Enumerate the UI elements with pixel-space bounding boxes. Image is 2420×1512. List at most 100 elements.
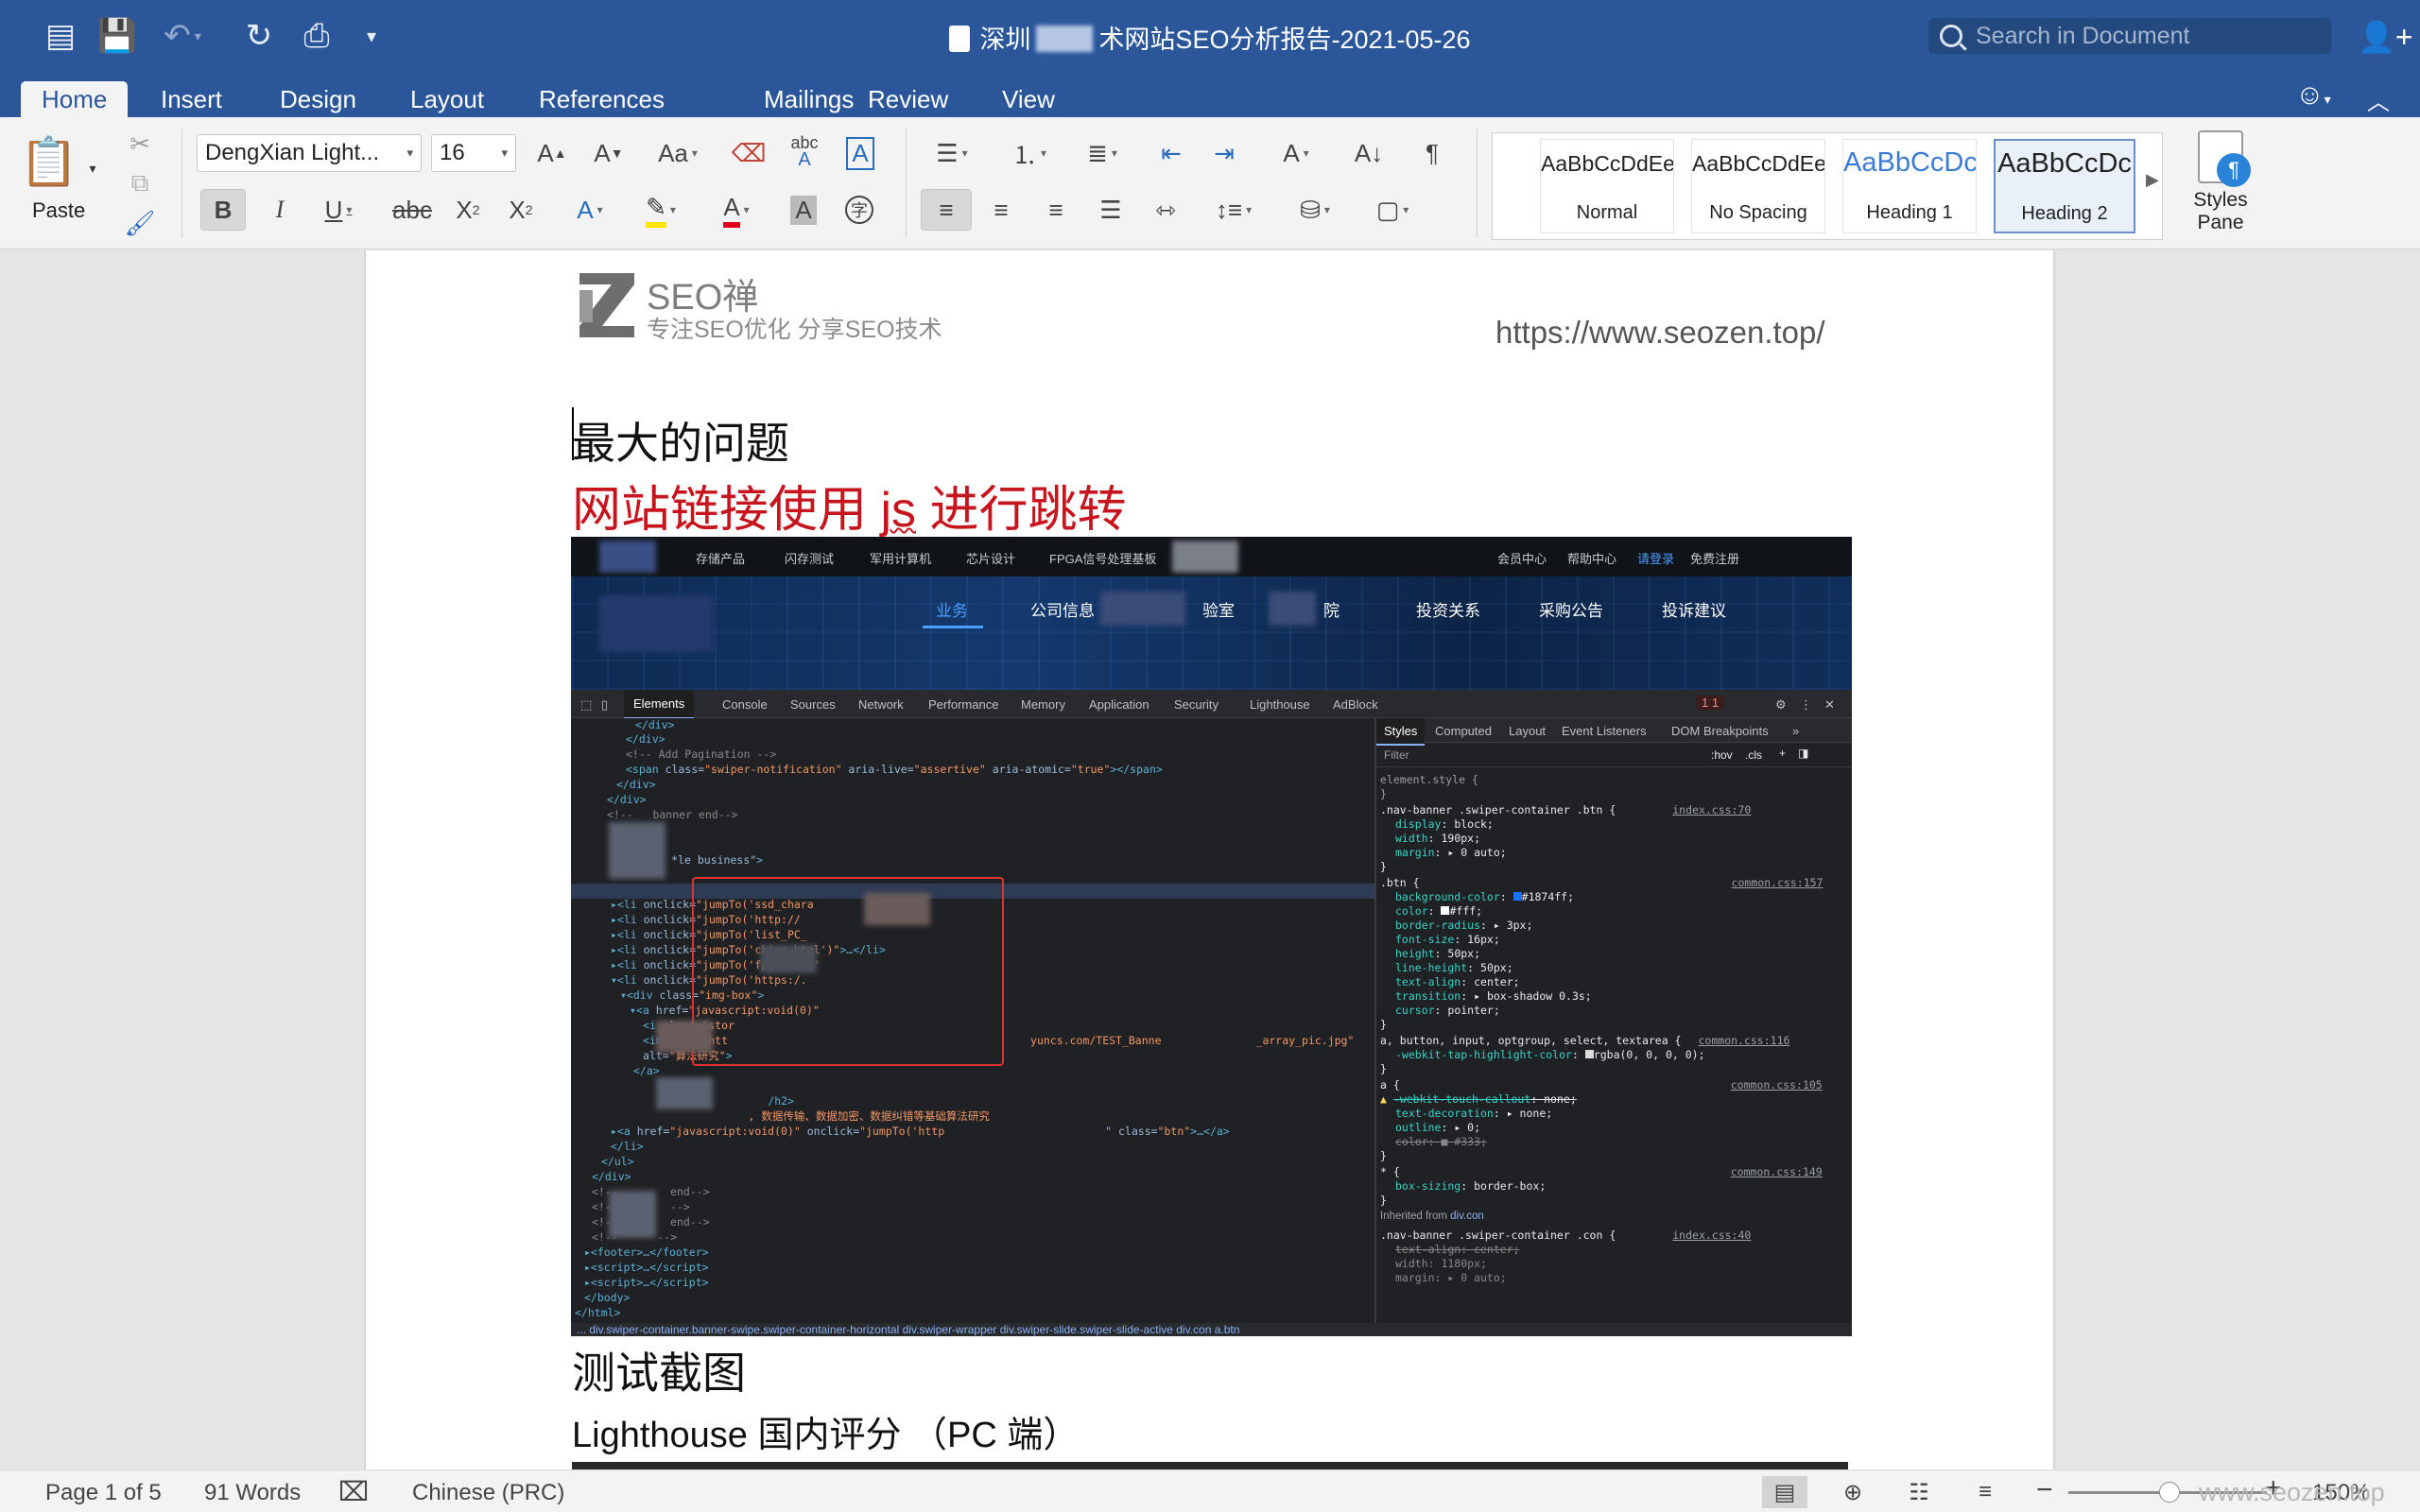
heading-problem[interactable]: 最大的问题 bbox=[572, 409, 789, 472]
style-heading-2[interactable]: AaBbCcDc Heading 2 bbox=[1994, 139, 2135, 233]
styles-panel[interactable]: Styles Computed Layout Event Listeners D… bbox=[1376, 718, 1852, 1323]
zoom-slider-knob[interactable] bbox=[2159, 1482, 2180, 1503]
collapse-ribbon-icon[interactable]: ︿ bbox=[2367, 83, 2390, 116]
devtools-tab-performance[interactable]: Performance bbox=[928, 697, 998, 712]
highlight-color-icon[interactable]: ✎ ▾ bbox=[628, 189, 694, 231]
embedded-screenshot[interactable]: 存储产品 闪存测试 军用计算机 芯片设计 FPGA信号处理基板 会员中心 帮助中… bbox=[571, 537, 1852, 1336]
devtools-tab-security[interactable]: Security bbox=[1174, 697, 1219, 712]
close-icon[interactable]: ✕ bbox=[1824, 697, 1835, 713]
change-case-icon[interactable]: Aa ▾ bbox=[645, 132, 711, 174]
tab-review[interactable]: Review bbox=[847, 81, 969, 117]
inspect-icon[interactable]: ⬚ bbox=[580, 697, 592, 713]
style-normal[interactable]: AaBbCcDdEe Normal bbox=[1540, 139, 1674, 233]
tab-references[interactable]: References bbox=[518, 81, 685, 117]
italic-button[interactable]: I bbox=[257, 189, 302, 231]
show-formatting-marks-icon[interactable]: ¶ bbox=[1409, 132, 1456, 174]
devtools-tab-application[interactable]: Application bbox=[1089, 697, 1150, 712]
paste-label[interactable]: Paste bbox=[32, 198, 85, 223]
web-layout-icon[interactable]: ⊕ bbox=[1830, 1476, 1876, 1508]
superscript-button[interactable]: X2 bbox=[497, 189, 544, 231]
bullets-icon[interactable]: ☰ ▾ bbox=[919, 132, 985, 174]
smiley-feedback-icon[interactable]: ☺▾ bbox=[2295, 79, 2331, 112]
style-heading-1[interactable]: AaBbCcDc Heading 1 bbox=[1842, 139, 1977, 233]
paste-options-chevron-icon[interactable]: ▾ bbox=[83, 161, 102, 177]
more-tabs-icon[interactable]: » bbox=[1792, 724, 1799, 738]
tab-computed[interactable]: Computed bbox=[1435, 724, 1492, 738]
proofing-icon[interactable]: ⌧ bbox=[338, 1476, 369, 1507]
language[interactable]: Chinese (PRC) bbox=[412, 1480, 564, 1506]
paste-icon[interactable]: 📋 bbox=[20, 130, 78, 193]
new-style-rule-icon[interactable]: + bbox=[1779, 747, 1786, 761]
draft-view-icon[interactable]: ≡ bbox=[1962, 1476, 2008, 1508]
toggle-sidebar-icon[interactable]: ◨ bbox=[1798, 747, 1808, 761]
filter-input[interactable]: Filter bbox=[1384, 748, 1409, 763]
document-page[interactable]: SEO禅 专注SEO优化 分享SEO技术 https://www.seozen.… bbox=[366, 250, 2053, 1469]
page-count[interactable]: Page 1 of 5 bbox=[45, 1480, 162, 1506]
word-count[interactable]: 91 Words bbox=[204, 1480, 301, 1506]
print-layout-icon[interactable]: ▤ bbox=[1762, 1476, 1807, 1508]
settings-gear-icon[interactable]: ⚙ bbox=[1775, 697, 1787, 713]
error-badge[interactable]: 1 1 bbox=[1696, 696, 1725, 710]
tab-event-listeners[interactable]: Event Listeners bbox=[1562, 724, 1647, 738]
search-box[interactable] bbox=[1928, 18, 2331, 54]
underline-button[interactable]: U ▾ bbox=[310, 189, 367, 231]
heading-test-screenshot[interactable]: 测试截图 bbox=[572, 1339, 746, 1401]
grow-font-icon[interactable]: A ▲ bbox=[526, 132, 579, 174]
numbering-icon[interactable]: ⒈ ▾ bbox=[996, 132, 1063, 174]
tab-design[interactable]: Design bbox=[259, 81, 377, 117]
tab-dom-breakpoints[interactable]: DOM Breakpoints bbox=[1671, 724, 1769, 738]
distributed-button[interactable]: ⇿ bbox=[1142, 189, 1189, 231]
shading-icon[interactable]: ⛁ ▾ bbox=[1282, 189, 1348, 231]
align-center-button[interactable]: ≡ bbox=[977, 189, 1025, 231]
devtools-tab-adblock[interactable]: AdBlock bbox=[1333, 697, 1378, 712]
tab-view[interactable]: View bbox=[981, 81, 1076, 117]
line-spacing-icon[interactable]: ↕≡ ▾ bbox=[1201, 189, 1267, 231]
heading-js-redirect[interactable]: 网站链接使用 js 进行跳转 bbox=[572, 470, 1126, 541]
share-icon[interactable]: 👤+ bbox=[2358, 19, 2413, 55]
gallery-more-icon[interactable]: ▶ bbox=[2146, 170, 2159, 190]
tab-home[interactable]: Home bbox=[21, 81, 129, 117]
shrink-font-icon[interactable]: A ▼ bbox=[582, 132, 635, 174]
search-input[interactable] bbox=[1976, 22, 2316, 50]
copy-icon[interactable]: ⧉ bbox=[121, 164, 159, 202]
enclose-characters-icon[interactable]: 字 bbox=[838, 189, 881, 231]
outline-view-icon[interactable]: ☷ bbox=[1896, 1476, 1942, 1508]
devtools-tab-console[interactable]: Console bbox=[722, 697, 768, 712]
format-painter-icon[interactable]: 🖌 bbox=[121, 204, 159, 242]
character-shading-icon[interactable]: A bbox=[783, 189, 824, 231]
style-no-spacing[interactable]: AaBbCcDdEe No Spacing bbox=[1691, 139, 1825, 233]
tab-styles[interactable]: Styles bbox=[1376, 718, 1426, 746]
heading-lighthouse[interactable]: Lighthouse 国内评分 （PC 端） bbox=[572, 1405, 1079, 1457]
devtools-tab-network[interactable]: Network bbox=[858, 697, 904, 712]
tab-layout[interactable]: Layout bbox=[389, 81, 505, 117]
align-left-button[interactable]: ≡ bbox=[921, 189, 972, 231]
character-border-icon[interactable]: A bbox=[838, 132, 883, 174]
dom-breadcrumb[interactable]: ... div.swiper-container.banner-swipe.sw… bbox=[571, 1323, 1852, 1336]
document-canvas[interactable]: SEO禅 专注SEO优化 分享SEO技术 https://www.seozen.… bbox=[0, 250, 2420, 1469]
borders-icon[interactable]: ▢ ▾ bbox=[1359, 189, 1426, 231]
justify-button[interactable]: ☰ bbox=[1087, 189, 1134, 231]
bold-button[interactable]: B bbox=[200, 189, 246, 231]
styles-filter[interactable]: Filter :hov .cls + ◨ bbox=[1376, 743, 1852, 767]
elements-panel[interactable]: </div> </div> <!-- Add Pagination --> <s… bbox=[571, 718, 1374, 1323]
tab-layout-dt[interactable]: Layout bbox=[1509, 724, 1546, 738]
tab-insert[interactable]: Insert bbox=[140, 81, 243, 117]
devtools-tab-sources[interactable]: Sources bbox=[790, 697, 836, 712]
font-name-select[interactable]: DengXian Light... ▾ bbox=[197, 134, 422, 172]
align-right-button[interactable]: ≡ bbox=[1032, 189, 1080, 231]
font-color-icon[interactable]: A ▾ bbox=[705, 189, 768, 231]
font-size-select[interactable]: 16 ▾ bbox=[431, 134, 516, 172]
sort-icon[interactable]: A↓ bbox=[1342, 132, 1395, 174]
increase-indent-icon[interactable]: ⇥ bbox=[1201, 132, 1248, 174]
cut-icon[interactable]: ✂ bbox=[121, 125, 159, 163]
devtools-tab-memory[interactable]: Memory bbox=[1021, 697, 1065, 712]
text-direction-icon[interactable]: A ▾ bbox=[1265, 132, 1327, 174]
devtools-tab-lighthouse[interactable]: Lighthouse bbox=[1250, 697, 1310, 712]
strikethrough-button[interactable]: abc bbox=[386, 189, 439, 231]
devtools-tab-elements[interactable]: Elements bbox=[624, 690, 695, 719]
device-toggle-icon[interactable]: ▯ bbox=[601, 697, 608, 713]
more-options-icon[interactable]: ⋮ bbox=[1800, 697, 1812, 713]
phonetic-guide-icon[interactable]: abc A bbox=[781, 130, 828, 172]
zoom-out-icon[interactable]: − bbox=[2036, 1474, 2053, 1506]
subscript-button[interactable]: X2 bbox=[444, 189, 492, 231]
